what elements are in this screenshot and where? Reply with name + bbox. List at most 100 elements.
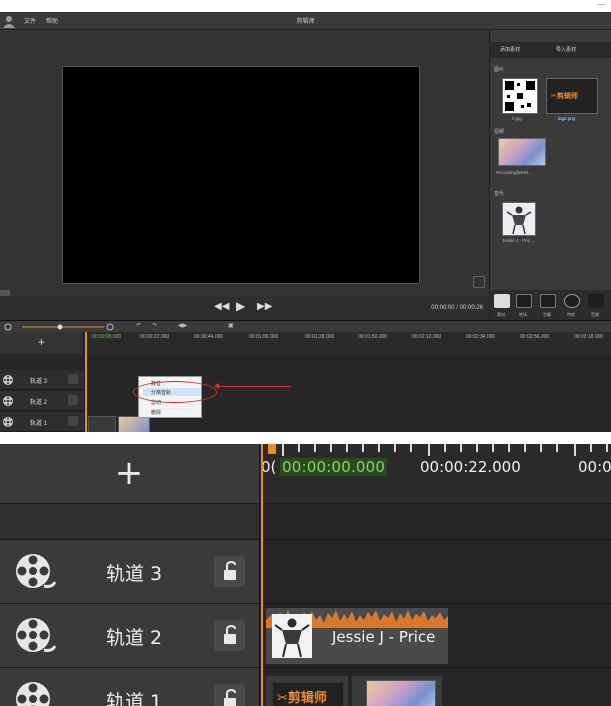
ruler-label: 00:03:18.000 xyxy=(574,334,604,340)
unlock-icon[interactable] xyxy=(214,684,245,706)
timeline-ruler-lower xyxy=(260,504,611,540)
add-track-cell: + xyxy=(0,444,260,504)
ruler-label: 00:01:50.000 xyxy=(358,334,388,340)
resize-icon[interactable] xyxy=(540,294,556,308)
tool-label: 字幕 xyxy=(543,312,551,317)
lock-icon[interactable] xyxy=(68,416,78,426)
add-track-button[interactable]: + xyxy=(0,444,258,504)
ruler-tick xyxy=(362,444,364,452)
audio-clip-label: Jessie J - Price xyxy=(332,628,436,646)
ruler-tick xyxy=(298,444,300,452)
volume-icon[interactable] xyxy=(588,294,604,308)
track-name: 轨道 3 xyxy=(106,563,163,585)
gradient-image-clip[interactable] xyxy=(352,676,442,706)
thumb-label-selected: logo.png xyxy=(556,116,578,121)
lock-icon[interactable] xyxy=(68,374,78,384)
thumb-video[interactable] xyxy=(498,138,546,166)
transition-icon[interactable] xyxy=(516,294,532,308)
track-header-2[interactable]: 轨道 2 xyxy=(0,604,260,668)
ruler-tick xyxy=(428,444,430,456)
ruler-label: 00:01:28.000 xyxy=(305,334,335,340)
section-audio-label: 音乐 xyxy=(494,191,505,197)
film-reel-icon xyxy=(16,682,50,706)
image-thumbnail xyxy=(366,680,436,706)
thumb-qr-image[interactable] xyxy=(502,78,538,114)
track-header-3[interactable]: 轨道 3 xyxy=(0,370,84,390)
playhead[interactable] xyxy=(85,332,87,432)
track-header-3[interactable]: 轨道 3 xyxy=(0,540,260,604)
image-clip-small[interactable] xyxy=(118,416,150,432)
thumb-label: 0.jpg xyxy=(512,116,522,121)
menu-item-delete[interactable]: 删除 xyxy=(151,409,161,416)
timeline-ruler: + 00:00:00.000 00:00:22.000 00:00:44.000… xyxy=(0,332,611,354)
media-toolbar: 素材 转场 字幕 特效 音频 xyxy=(490,290,611,320)
redo-icon[interactable]: ↷ xyxy=(152,322,157,329)
timeline-toolbar: ↶ ↷ ◀▶ ▣ xyxy=(0,320,611,332)
ruler-label: 00:02:56.000 xyxy=(520,334,550,340)
zoomed-timeline: + 0( 00:00:00.000 00:00:22.000 00:0 轨道 3… xyxy=(0,444,611,706)
track-row-1: 轨道 1 ✂剪辑师 xyxy=(0,668,611,706)
player-timecode: 00:00:00 / 00:00:26 xyxy=(431,305,483,311)
zoom-slider[interactable] xyxy=(4,323,124,331)
audio-clip-thumbnail xyxy=(272,614,312,658)
thumb-label: Jessie J - Pric... xyxy=(502,238,534,243)
camera-icon[interactable] xyxy=(494,294,510,308)
fullscreen-icon[interactable] xyxy=(473,276,485,288)
playhead[interactable] xyxy=(261,444,263,706)
ruler-tick xyxy=(590,444,592,452)
logo-thumb-text: ✂剪辑师 xyxy=(551,93,578,100)
tab-add-media[interactable]: 添加素材 xyxy=(500,46,520,53)
track-header-1[interactable]: 轨道 1 xyxy=(0,412,84,432)
track-header-1[interactable]: 轨道 1 xyxy=(0,668,260,706)
ruler-tick xyxy=(492,444,494,452)
effects-icon[interactable] xyxy=(564,294,580,308)
singer-figure-icon xyxy=(506,206,532,235)
tool-label: 音频 xyxy=(591,312,599,317)
editor-window: 文件 帮助 剪辑师 ◀◀ ▶ ▶▶ 00:00:00 / 00:00:26 添加… xyxy=(0,12,611,432)
film-reel-icon xyxy=(16,618,56,652)
rewind-icon[interactable]: ◀◀ xyxy=(214,301,229,312)
ruler-tick xyxy=(460,444,462,452)
split-icon[interactable]: ◀▶ xyxy=(178,322,187,329)
track-header-2[interactable]: 轨道 2 xyxy=(0,391,84,411)
unlock-icon[interactable] xyxy=(214,556,245,587)
logo-clip-small[interactable] xyxy=(88,416,116,432)
section-video-label: 视频 xyxy=(494,129,505,135)
film-reel-icon xyxy=(3,417,13,427)
add-track-button[interactable]: + xyxy=(0,332,84,354)
thumb-audio[interactable] xyxy=(502,202,536,236)
play-icon[interactable]: ▶ xyxy=(236,299,245,313)
minimize-button[interactable]: — xyxy=(597,0,605,9)
logo-text: ✂剪辑师 xyxy=(277,690,327,705)
ruler-tick xyxy=(606,444,608,452)
tool-label: 转场 xyxy=(519,312,527,317)
preview-screen[interactable] xyxy=(62,66,420,284)
annotation-arrow-line xyxy=(217,386,291,387)
tab-import-media[interactable]: 导入素材 xyxy=(556,46,576,53)
media-panel: 添加素材 导入素材 图片 0.jpg ✂剪辑师 logo.png 视频 Reco… xyxy=(489,30,611,320)
annotation-circle xyxy=(133,381,217,403)
logo-image-clip[interactable]: ✂剪辑师 xyxy=(266,676,348,706)
top-margin: — xyxy=(0,0,611,12)
track-lane-3[interactable] xyxy=(262,540,611,604)
thumb-logo-image[interactable]: ✂剪辑师 xyxy=(546,78,598,114)
unlock-icon[interactable] xyxy=(214,620,245,651)
track-row-3: 轨道 3 xyxy=(0,540,611,604)
audio-clip[interactable]: Jessie J - Price xyxy=(266,608,448,664)
fast-forward-icon[interactable]: ▶▶ xyxy=(257,301,272,312)
singer-figure-icon xyxy=(274,618,310,658)
current-timecode: 00:00:00.000 xyxy=(280,458,388,476)
window-title: 剪辑师 xyxy=(296,19,315,25)
track-name: 轨道 2 xyxy=(30,400,48,406)
preview-scrollbar[interactable] xyxy=(0,290,10,296)
media-tabs: 添加素材 导入素材 xyxy=(490,42,611,58)
ruler-tick xyxy=(330,444,332,452)
undo-icon[interactable]: ↶ xyxy=(136,322,141,329)
ruler-tick xyxy=(476,444,478,452)
delete-icon[interactable]: ▣ xyxy=(228,322,234,329)
annotation-arrow-head xyxy=(214,383,219,389)
panel-gap xyxy=(0,432,611,444)
lock-icon[interactable] xyxy=(68,395,78,405)
playhead-handle[interactable] xyxy=(268,444,276,454)
menu-bar: 文件 帮助 剪辑师 xyxy=(0,12,611,30)
